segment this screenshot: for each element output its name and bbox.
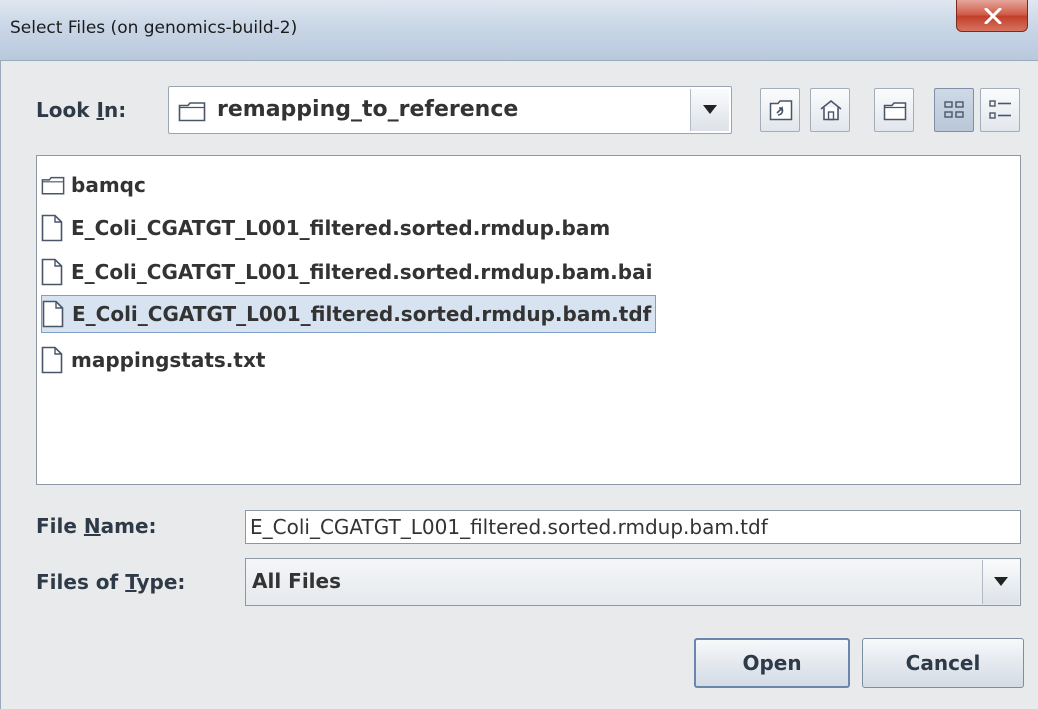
details-view-button[interactable] [980, 88, 1020, 132]
list-view-button[interactable] [934, 88, 974, 132]
new-folder-button[interactable] [874, 88, 914, 132]
folder-icon [178, 102, 206, 122]
file-name-text: mappingstats.txt [71, 348, 266, 372]
file-icon [41, 258, 63, 286]
chevron-down-icon [994, 577, 1008, 586]
file-list-item-selected[interactable]: E_Coli_CGATGT_L001_filtered.sorted.rmdup… [41, 295, 657, 333]
file-list-item[interactable]: mappingstats.txt [41, 341, 269, 379]
folder-icon [41, 176, 65, 195]
look-in-label: Look In: [36, 98, 127, 122]
file-type-dropdown-button[interactable] [982, 560, 1019, 604]
file-icon [42, 300, 64, 328]
file-name-text: bamqc [71, 173, 146, 197]
home-icon [820, 99, 842, 121]
close-icon [984, 8, 1002, 24]
home-button[interactable] [810, 88, 850, 132]
chevron-down-icon [703, 105, 717, 114]
file-list[interactable]: bamqc E_Coli_CGATGT_L001_filtered.sorted… [36, 155, 1021, 485]
file-type-value: All Files [252, 569, 341, 593]
look-in-value: remapping_to_reference [217, 97, 519, 122]
file-name-field[interactable] [250, 512, 1010, 542]
window-title: Select Files (on genomics-build-2) [10, 18, 298, 38]
list-view-icon [944, 101, 964, 118]
new-folder-icon [883, 102, 907, 121]
file-name-text: E_Coli_CGATGT_L001_filtered.sorted.rmdup… [71, 260, 653, 284]
title-bar: Select Files (on genomics-build-2) [0, 0, 1038, 61]
file-name-label: File Name: [36, 514, 157, 538]
details-view-icon [989, 100, 1011, 119]
open-button[interactable]: Open [694, 638, 850, 688]
look-in-combo[interactable]: remapping_to_reference [168, 86, 732, 134]
file-list-item-folder[interactable]: bamqc [41, 166, 150, 204]
up-one-level-button[interactable] [760, 88, 800, 132]
file-type-label: Files of Type: [36, 570, 186, 594]
file-list-item[interactable]: E_Coli_CGATGT_L001_filtered.sorted.rmdup… [41, 253, 656, 291]
look-in-dropdown-button[interactable] [690, 89, 729, 131]
file-type-combo[interactable]: All Files [245, 558, 1021, 606]
cancel-button[interactable]: Cancel [862, 638, 1024, 688]
file-icon [41, 214, 63, 242]
file-name-field-box [245, 510, 1021, 544]
up-one-level-icon [769, 100, 793, 121]
file-name-text: E_Coli_CGATGT_L001_filtered.sorted.rmdup… [72, 302, 652, 326]
file-name-text: E_Coli_CGATGT_L001_filtered.sorted.rmdup… [71, 216, 611, 240]
close-button[interactable] [956, 0, 1028, 32]
file-list-item[interactable]: E_Coli_CGATGT_L001_filtered.sorted.rmdup… [41, 209, 614, 247]
file-icon [41, 346, 63, 374]
